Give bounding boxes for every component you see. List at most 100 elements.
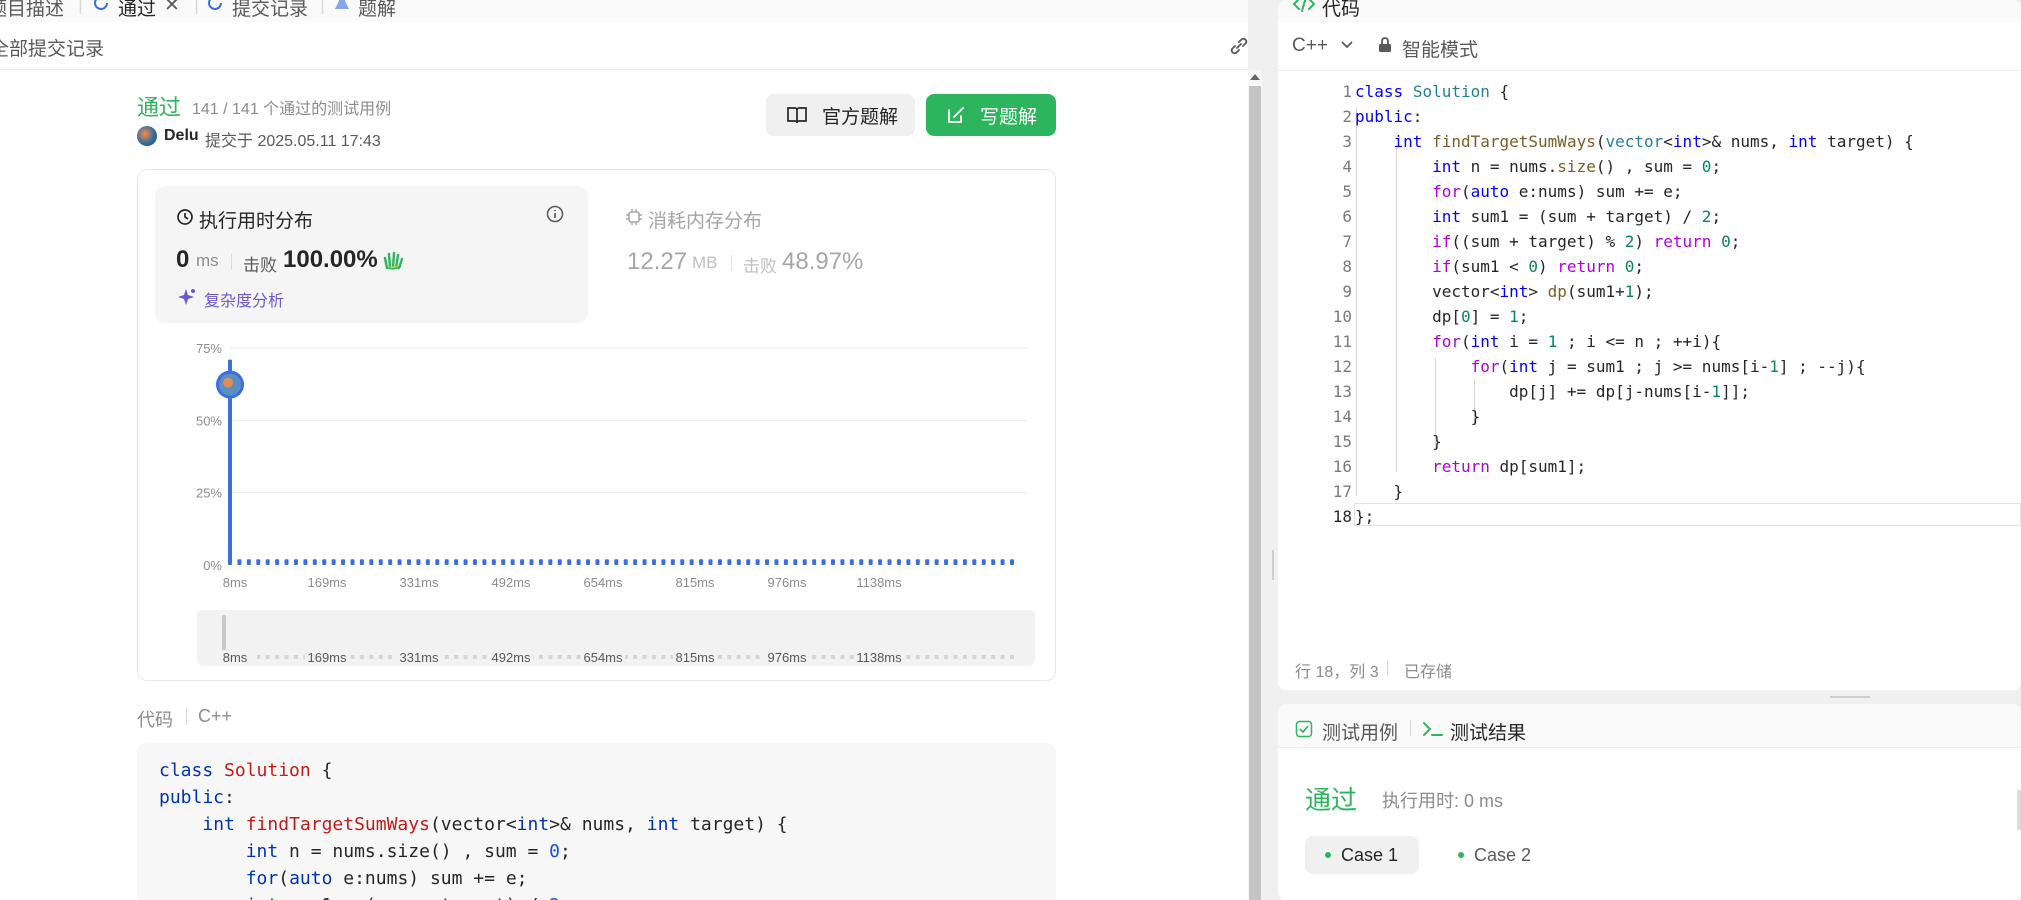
runtime-distribution-chart: 75%50%25%0%8ms 169ms 331ms 492ms 654ms 815ms 9… bbox=[196, 341, 1035, 666]
link-icon[interactable] bbox=[1228, 35, 1248, 57]
editor-line: int findTargetSumWays(vector<int>& nums,… bbox=[1393, 132, 1914, 151]
result-status: 通过 bbox=[1305, 785, 1358, 815]
chart-bar bbox=[350, 559, 355, 565]
brush-mark bbox=[953, 655, 958, 659]
brush-mark bbox=[538, 655, 543, 659]
chart-bar bbox=[322, 559, 327, 565]
editor-line: class Solution { bbox=[1355, 82, 1510, 101]
brush-mark bbox=[962, 655, 967, 659]
horizontal-splitter[interactable] bbox=[1278, 690, 2021, 704]
info-icon[interactable] bbox=[546, 205, 564, 223]
editor-line: for(int j = sum1 ; j >= nums[i-1] ; --j)… bbox=[1470, 357, 1866, 376]
editor-line: for(int i = 1 ; i <= n ; ++i){ bbox=[1432, 332, 1722, 351]
chart-bar bbox=[604, 559, 609, 565]
tab-solutions[interactable]: 题解 bbox=[358, 0, 396, 21]
x-tick-label: 815ms bbox=[675, 575, 715, 590]
language-select[interactable]: C++ bbox=[1292, 35, 1328, 57]
brush-mark bbox=[1000, 655, 1005, 659]
separator bbox=[1387, 661, 1388, 675]
chevron-down-icon[interactable] bbox=[1340, 40, 1354, 50]
checkbox-icon bbox=[1295, 720, 1313, 738]
editor-line: for(auto e:nums) sum += e; bbox=[1432, 182, 1683, 201]
right-edge-scrollbar[interactable] bbox=[2017, 790, 2021, 830]
tab-description[interactable]: 题目描述 bbox=[0, 0, 64, 21]
memory-title[interactable]: 消耗内存分布 bbox=[648, 206, 762, 233]
tab-accepted[interactable]: 通过 bbox=[118, 0, 156, 21]
tab-test-result[interactable]: 测试结果 bbox=[1450, 718, 1526, 745]
user-marker-detail bbox=[223, 377, 233, 388]
chart-bar bbox=[284, 559, 289, 565]
case-1-button[interactable]: Case 1 bbox=[1305, 836, 1419, 874]
brush-mark bbox=[454, 655, 459, 659]
brush-tick-label: 492ms bbox=[491, 650, 531, 665]
submission-panel: 题目描述 | 通过 ✕ | 提交记录 | 题解 全部提交记录 通过 141 / … bbox=[0, 0, 1248, 900]
editor-line: } bbox=[1355, 482, 1404, 501]
line-number: 3 bbox=[1342, 132, 1352, 151]
editor-line: if(sum1 < 0) return 0; bbox=[1432, 257, 1645, 276]
brush-mark bbox=[388, 655, 393, 659]
editor-line: int sum1 = (sum + target) / 2; bbox=[1432, 207, 1722, 226]
chart-bar bbox=[614, 559, 619, 565]
chart-bar bbox=[661, 559, 666, 565]
test-result-panel: 测试用例 测试结果 通过 执行用时: 0 ms Case 1 Case 2 bbox=[1278, 704, 2021, 900]
runtime-beats-label: 击败 bbox=[243, 256, 277, 275]
brush-mark bbox=[934, 655, 939, 659]
brush-mark bbox=[567, 655, 572, 659]
scrollbar-thumb[interactable] bbox=[1249, 86, 1261, 900]
current-line-highlight bbox=[1354, 503, 2021, 526]
cursor-position: 行 18，列 3 bbox=[1295, 664, 1379, 681]
line-number: 2 bbox=[1342, 107, 1352, 126]
tab-testcase[interactable]: 测试用例 bbox=[1322, 718, 1398, 745]
chart-bar bbox=[586, 559, 591, 565]
case-2-button[interactable]: Case 2 bbox=[1438, 836, 1552, 874]
user-name[interactable]: Delu bbox=[164, 127, 199, 145]
editor-line: return dp[sum1]; bbox=[1432, 457, 1587, 476]
brush-mark bbox=[557, 655, 562, 659]
runtime-value: 0 bbox=[176, 246, 190, 273]
chart-bar bbox=[472, 559, 477, 565]
x-tick-label: 1138ms bbox=[856, 575, 902, 590]
code-line: int sum1 = (sum + target) / 2; bbox=[159, 895, 571, 900]
memory-unit: MB bbox=[692, 253, 718, 272]
memory-beats: 48.97% bbox=[782, 248, 864, 275]
brush-mark bbox=[746, 655, 751, 659]
close-icon[interactable]: ✕ bbox=[164, 0, 180, 17]
write-solution-button[interactable]: 写题解 bbox=[926, 94, 1056, 136]
vertical-splitter[interactable] bbox=[1272, 550, 1274, 580]
brush-mark bbox=[840, 655, 845, 659]
all-submissions-link[interactable]: 全部提交记录 bbox=[0, 34, 104, 61]
brush-mark bbox=[482, 655, 487, 659]
brush-mark bbox=[906, 655, 911, 659]
divider bbox=[1278, 70, 2021, 71]
avatar[interactable] bbox=[137, 126, 157, 146]
chart-bar bbox=[595, 559, 600, 565]
code-line: class Solution { bbox=[159, 760, 333, 781]
brush-mark bbox=[378, 655, 383, 659]
official-solution-button[interactable]: 官方题解 bbox=[766, 94, 915, 136]
tab-submissions[interactable]: 提交记录 bbox=[232, 0, 308, 21]
scroll-up-arrow[interactable] bbox=[1250, 74, 1260, 80]
line-number: 6 bbox=[1342, 207, 1352, 226]
book-icon bbox=[787, 107, 807, 124]
write-solution-label: 写题解 bbox=[980, 106, 1038, 128]
clock-icon bbox=[177, 209, 193, 225]
applause-icon bbox=[383, 251, 404, 270]
complexity-analysis-link[interactable]: 复杂度分析 bbox=[204, 287, 284, 311]
splitter-grip[interactable] bbox=[1830, 696, 1870, 698]
tab-code[interactable]: 代码 bbox=[1322, 0, 1360, 21]
runtime-title: 执行用时分布 bbox=[199, 211, 314, 232]
chart-bar bbox=[293, 559, 298, 565]
chart-bar bbox=[1000, 559, 1005, 565]
chart-bar bbox=[651, 559, 656, 565]
line-number: 11 bbox=[1332, 332, 1352, 351]
brush-tick-label: 1138ms bbox=[856, 650, 902, 665]
brush-mark bbox=[727, 655, 732, 659]
chart-bar bbox=[849, 559, 854, 565]
official-solution-label: 官方题解 bbox=[822, 106, 899, 128]
chart-bar bbox=[576, 559, 581, 565]
chart-bar bbox=[548, 559, 553, 565]
x-tick-label: 169ms bbox=[307, 575, 347, 590]
smart-mode-toggle[interactable]: 智能模式 bbox=[1402, 35, 1478, 62]
x-tick-label: 331ms bbox=[399, 575, 439, 590]
line-number: 16 bbox=[1332, 457, 1352, 476]
